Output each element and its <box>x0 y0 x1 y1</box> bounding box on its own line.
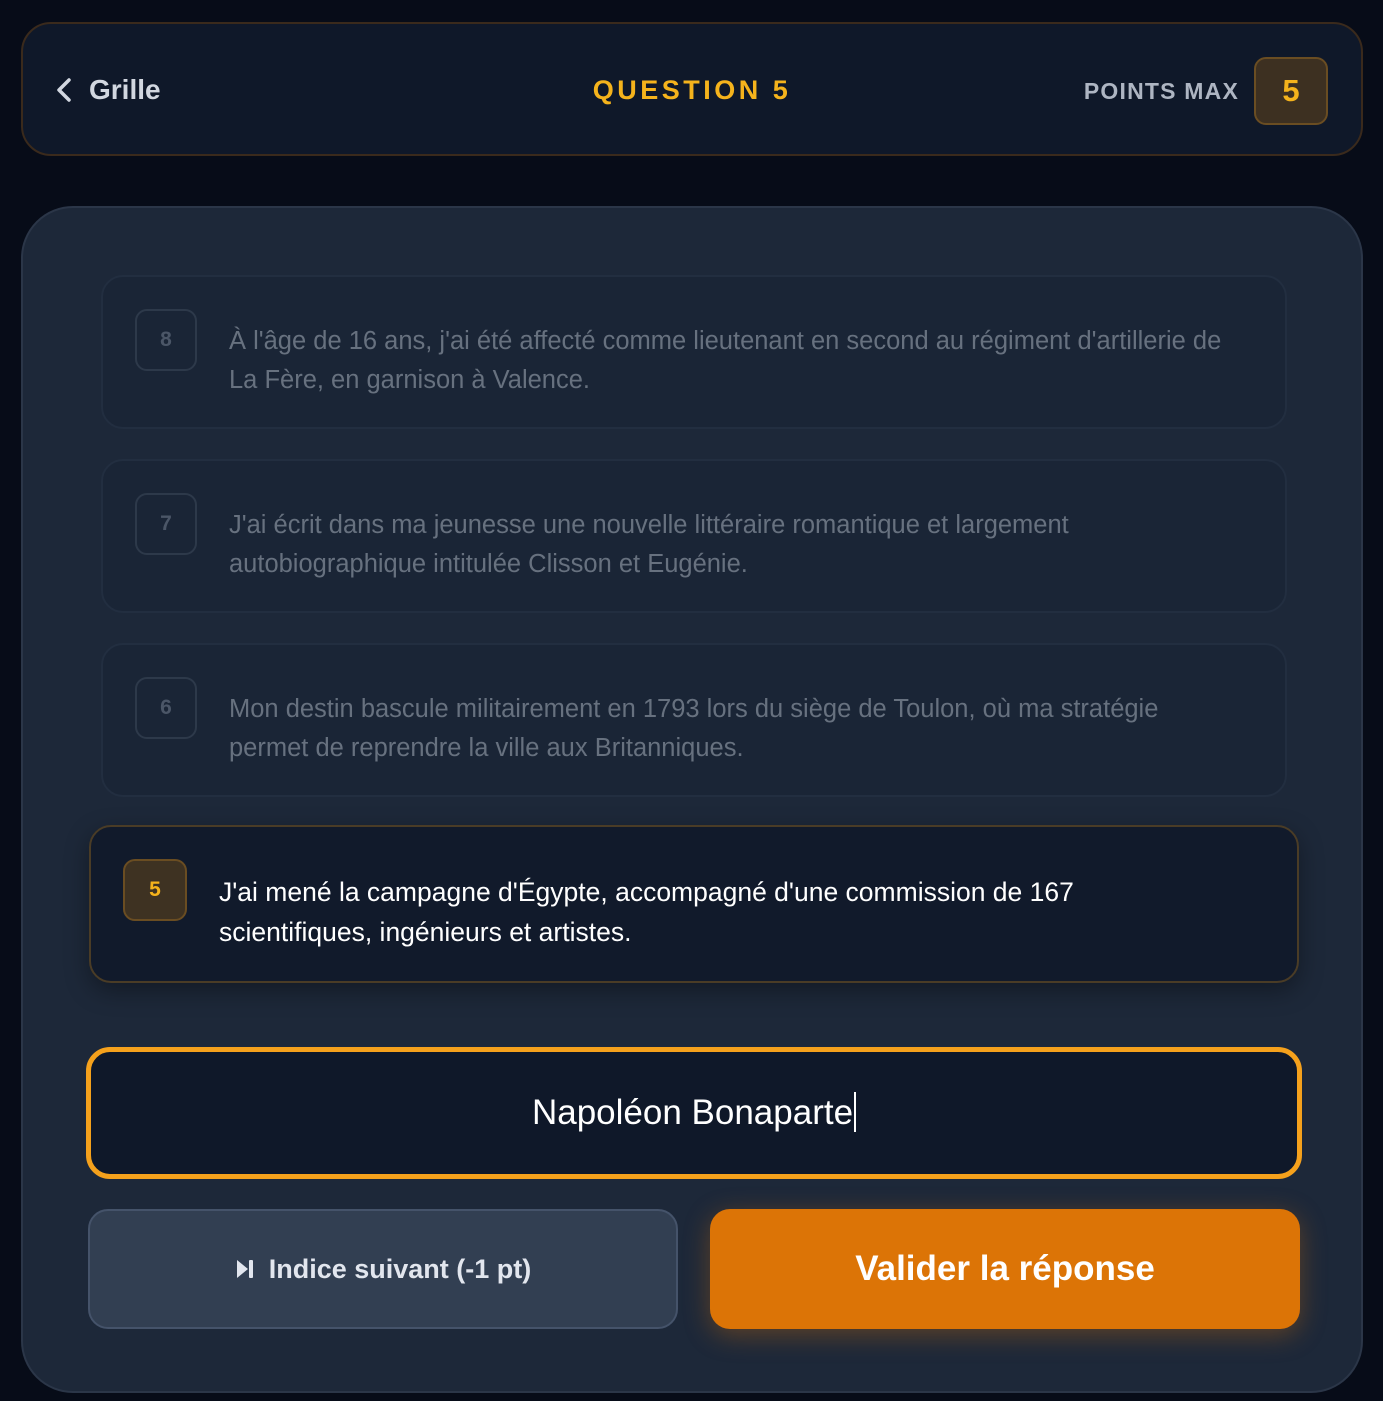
question-card: 8 À l'âge de 16 ans, j'ai été affecté co… <box>21 206 1363 1393</box>
validate-label: Valider la réponse <box>855 1249 1155 1288</box>
skip-forward-icon <box>236 1260 253 1278</box>
next-hint-label: Indice suivant (-1 pt) <box>268 1253 532 1284</box>
top-bar: Grille QUESTION 5 POINTS MAX 5 <box>21 22 1363 156</box>
hint-text: Mon destin bascule militairement en 1793… <box>229 695 1159 762</box>
hint-number: 6 <box>135 677 197 739</box>
current-hint-card: 5 J'ai mené la campagne d'Égypte, accomp… <box>89 825 1299 983</box>
answer-value: Napoléon Bonaparte <box>531 1093 854 1132</box>
points-max-label: POINTS MAX <box>1083 78 1239 104</box>
answer-input[interactable]: Napoléon Bonaparte <box>86 1047 1302 1179</box>
hint-text: J'ai mené la campagne d'Égypte, accompag… <box>219 877 1074 947</box>
hint-card: 8 À l'âge de 16 ans, j'ai été affecté co… <box>101 275 1287 429</box>
text-caret <box>854 1091 857 1132</box>
hint-card: 7 J'ai écrit dans ma jeunesse une nouvel… <box>101 459 1287 613</box>
hint-number: 7 <box>135 493 197 555</box>
hint-text: J'ai écrit dans ma jeunesse une nouvelle… <box>229 511 1069 578</box>
hint-card: 6 Mon destin bascule militairement en 17… <box>101 643 1287 797</box>
points-max-badge: 5 <box>1254 57 1328 125</box>
validate-button[interactable]: Valider la réponse <box>710 1209 1300 1329</box>
hint-number: 5 <box>123 859 187 921</box>
next-hint-button[interactable]: Indice suivant (-1 pt) <box>88 1209 678 1329</box>
hint-number: 8 <box>135 309 197 371</box>
hint-text: À l'âge de 16 ans, j'ai été affecté comm… <box>229 327 1222 394</box>
